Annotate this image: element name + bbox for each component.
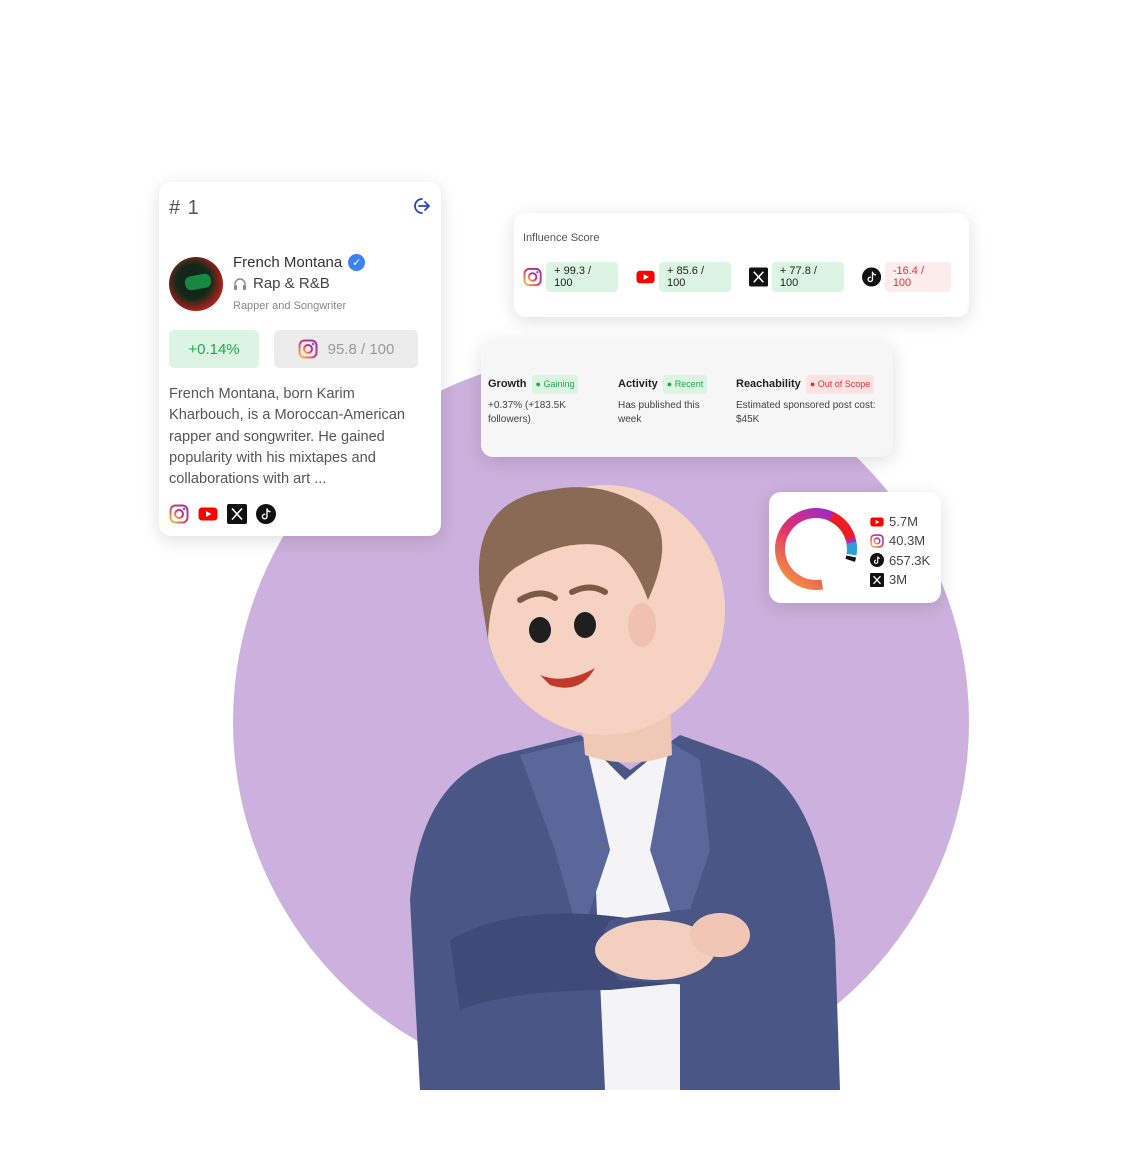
followers-donut-chart [775, 508, 857, 590]
followers-x: 3M [870, 570, 930, 589]
tiktok-icon [870, 553, 884, 568]
influence-score-value: -16.4 / 100 [884, 262, 951, 292]
x-icon [870, 572, 884, 587]
influence-item-youtube: + 85.6 / 100 [636, 262, 731, 292]
logout-icon[interactable] [411, 196, 431, 216]
influence-score-value: + 77.8 / 100 [771, 262, 844, 292]
influence-score-value: + 85.6 / 100 [659, 262, 731, 292]
tiktok-icon [861, 267, 881, 287]
role-label: Rapper and Songwriter [233, 300, 347, 312]
artist-profile-card[interactable]: # 1 French Montana ✓ Rap & R&B Rapper an… [159, 182, 441, 536]
social-links [169, 504, 276, 524]
metrics-card: Growth ● Gaining +0.37% (+183.5K followe… [481, 341, 893, 457]
followers-card: 5.7M 40.3M 657.3K 3M [769, 492, 941, 603]
headphones-icon [234, 277, 246, 290]
influence-item-instagram: + 99.3 / 100 [523, 262, 618, 292]
artist-bio: French Montana, born Karim Kharbouch, is… [169, 386, 406, 488]
status-badge: ● Recent [662, 375, 708, 394]
followers-instagram: 40.3M [870, 531, 930, 550]
status-badge: ● Gaining [531, 375, 579, 394]
instagram-score-badge: 95.8 / 100 [274, 330, 418, 368]
youtube-icon [636, 270, 655, 284]
metric-growth: Growth ● Gaining +0.37% (+183.5K followe… [488, 375, 598, 428]
influence-title: Influence Score [523, 232, 600, 244]
influence-item-tiktok: -16.4 / 100 [861, 262, 951, 292]
youtube-icon [870, 517, 884, 527]
tiktok-icon[interactable] [256, 504, 276, 524]
status-badge: ● Out of Scope [805, 375, 875, 394]
influence-score-card: Influence Score + 99.3 / 100 + 85.6 / 10… [514, 213, 969, 317]
artist-name[interactable]: French Montana ✓ [233, 254, 366, 271]
influence-score-value: + 99.3 / 100 [546, 262, 618, 292]
followers-count: 657.3K [889, 552, 931, 568]
rank-label: # 1 [169, 197, 200, 219]
instagram-icon [298, 339, 318, 359]
genre-line: Rap & R&B [233, 275, 330, 292]
metric-text: +0.37% (+183.5K followers) [488, 399, 566, 426]
metric-reachability: Reachability ● Out of Scope Estimated sp… [736, 375, 886, 428]
instagram-icon [523, 267, 542, 287]
genre-label: Rap & R&B [253, 275, 330, 292]
metric-activity: Activity ● Recent Has published this wee… [618, 375, 718, 428]
avatar[interactable] [169, 257, 223, 311]
metric-text: Estimated sponsored post cost: $45K [736, 399, 876, 426]
instagram-icon [870, 534, 884, 548]
followers-tiktok: 657.3K [870, 551, 930, 570]
metric-title: Reachability [736, 378, 801, 390]
x-icon [748, 267, 768, 287]
artist-name-label: French Montana [233, 254, 343, 271]
influence-scores-row: + 99.3 / 100 + 85.6 / 100 + 77.8 / 100 -… [523, 262, 969, 292]
followers-legend: 5.7M 40.3M 657.3K 3M [870, 512, 930, 589]
youtube-icon[interactable] [198, 504, 218, 524]
growth-badge: +0.14% [169, 330, 259, 368]
followers-count: 5.7M [889, 514, 918, 530]
verified-badge-icon: ✓ [348, 254, 366, 271]
followers-count: 3M [889, 572, 908, 588]
followers-count: 40.3M [889, 533, 926, 549]
metric-title: Growth [488, 378, 527, 390]
metric-title: Activity [618, 378, 658, 390]
metric-text: Has published this week [618, 399, 700, 426]
instagram-score-value: 95.8 / 100 [327, 340, 395, 358]
influence-item-x: + 77.8 / 100 [748, 262, 844, 292]
instagram-icon[interactable] [169, 504, 189, 524]
followers-youtube: 5.7M [870, 512, 930, 531]
x-icon[interactable] [227, 504, 247, 524]
